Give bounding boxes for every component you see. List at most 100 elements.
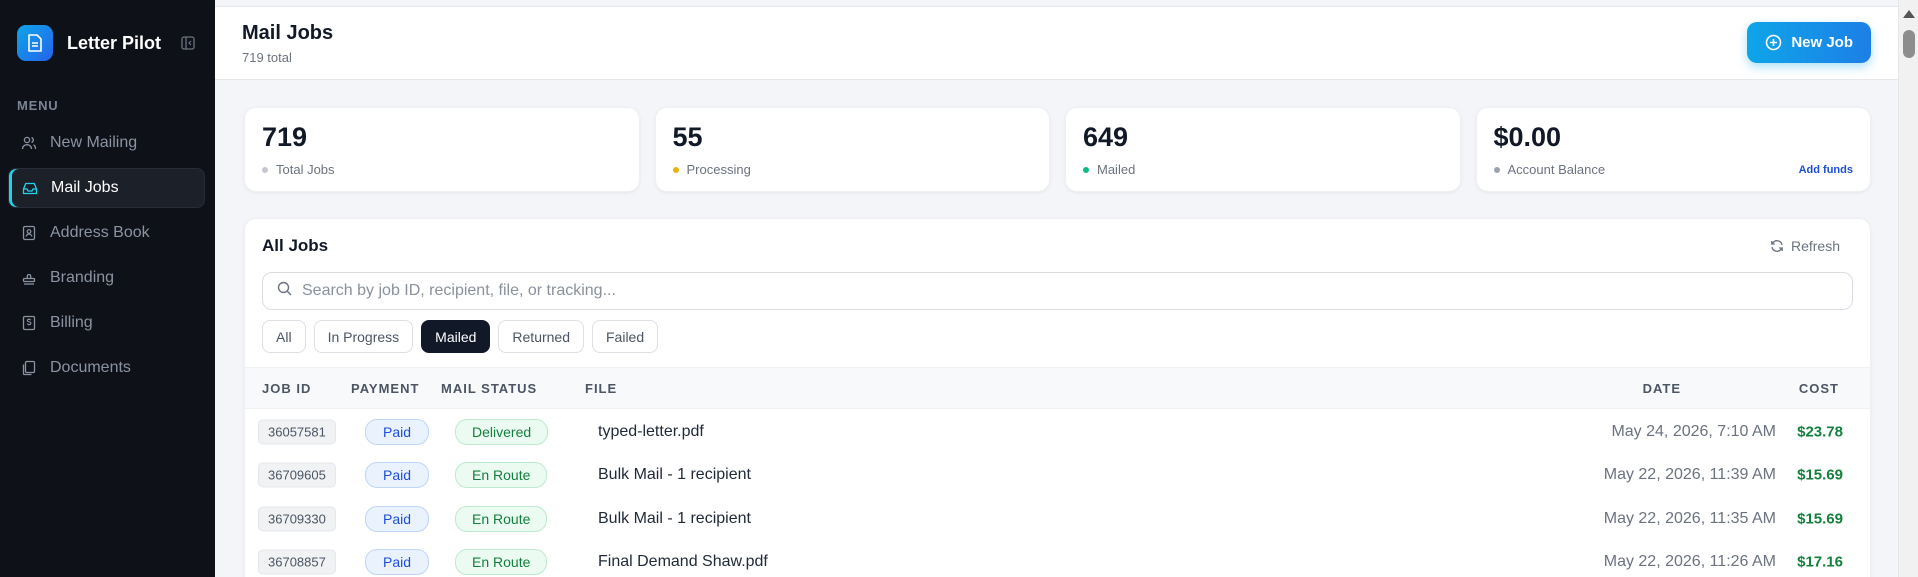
job-date: May 22, 2026, 11:26 AM	[1603, 553, 1776, 571]
scroll-up-arrow-icon[interactable]	[1903, 10, 1915, 18]
mail-status-badge: En Route	[455, 549, 548, 576]
sidebar-item-label: Documents	[50, 359, 131, 376]
sidebar-item-new-mailing[interactable]: New Mailing	[8, 123, 205, 163]
job-cost: $15.69	[1797, 466, 1843, 484]
column-header-date[interactable]: DATE	[1643, 381, 1681, 396]
stat-value: 649	[1083, 122, 1129, 152]
file-name: Bulk Mail - 1 recipient	[598, 509, 751, 527]
sidebar-item-address-book[interactable]: Address Book	[8, 213, 205, 253]
total-count: 719 total	[242, 50, 292, 65]
sidebar-item-label: Branding	[50, 269, 115, 286]
refresh-label: Refresh	[1790, 238, 1840, 254]
stat-value: 719	[262, 122, 308, 152]
sidebar-nav: New Mailing Mail Jobs Address Book Brand…	[0, 123, 215, 388]
filter-in-progress[interactable]: In Progress	[313, 320, 414, 353]
column-header-mail-status[interactable]: MAIL STATUS	[441, 381, 537, 396]
filter-mailed[interactable]: Mailed	[421, 320, 491, 353]
file-name: Final Demand Shaw.pdf	[598, 553, 768, 571]
app-logo-icon[interactable]	[17, 25, 53, 61]
stat-label-text: Processing	[686, 162, 751, 177]
search-box	[262, 272, 1853, 310]
filter-all[interactable]: All	[262, 320, 306, 353]
inbox-icon	[21, 179, 39, 197]
stat-card-total-jobs: 719 Total Jobs	[244, 107, 640, 192]
payment-badge: Paid	[365, 505, 430, 532]
column-header-file[interactable]: FILE	[585, 381, 617, 396]
filter-returned[interactable]: Returned	[498, 320, 584, 353]
page-title: Mail Jobs	[242, 22, 334, 44]
table-row[interactable]: 36709605 Paid En Route Bulk Mail - 1 rec…	[245, 454, 1870, 498]
status-dot	[672, 166, 679, 173]
stat-label-text: Mailed	[1097, 162, 1136, 177]
status-dot	[1083, 166, 1089, 173]
contact-book-icon	[20, 224, 38, 242]
sidebar-item-label: Billing	[50, 314, 93, 331]
job-cost: $15.69	[1797, 510, 1843, 528]
jobs-table-body: 36057581 Paid Delivered typed-letter.pdf…	[245, 410, 1870, 577]
stat-value: 55	[672, 122, 703, 152]
page-header: Mail Jobs 719 total New Job	[215, 6, 1898, 80]
job-cost: $23.78	[1797, 423, 1843, 441]
panel-title: All Jobs	[262, 236, 329, 255]
stat-card-mailed: 649 Mailed	[1065, 107, 1461, 192]
job-id: 36709330	[258, 506, 336, 532]
column-header-cost[interactable]: COST	[1799, 381, 1839, 396]
mail-status-badge: Delivered	[455, 418, 549, 445]
job-cost: $17.16	[1797, 553, 1843, 571]
users-icon	[20, 134, 38, 152]
payment-badge: Paid	[365, 549, 430, 576]
column-header-payment[interactable]: PAYMENT	[351, 381, 419, 396]
mail-status-badge: En Route	[455, 505, 548, 532]
app-name: Letter Pilot	[67, 32, 162, 53]
stat-label-text: Account Balance	[1507, 162, 1606, 177]
new-job-button[interactable]: New Job	[1747, 22, 1871, 63]
stat-label-text: Total Jobs	[276, 162, 335, 177]
job-date: May 22, 2026, 11:39 AM	[1603, 466, 1776, 484]
new-job-label: New Job	[1791, 34, 1853, 51]
search-icon	[277, 281, 292, 301]
status-dot	[262, 166, 268, 173]
plus-circle-icon	[1765, 34, 1782, 51]
job-date: May 22, 2026, 11:35 AM	[1603, 509, 1776, 527]
page-scrollbar[interactable]	[1898, 0, 1918, 577]
file-name: Bulk Mail - 1 recipient	[598, 466, 751, 484]
sidebar-item-label: Address Book	[50, 224, 150, 241]
stats-row: 719 Total Jobs 55 Processing 649 Mailed …	[244, 107, 1871, 192]
sidebar-item-mail-jobs[interactable]: Mail Jobs	[8, 168, 205, 208]
refresh-icon	[1770, 239, 1784, 253]
search-input[interactable]	[302, 282, 1852, 300]
sidebar-item-billing[interactable]: Billing	[8, 303, 205, 343]
sidebar-item-label: Mail Jobs	[51, 179, 119, 196]
stat-card-processing: 55 Processing	[654, 107, 1050, 192]
job-id: 36709605	[258, 462, 336, 488]
table-row[interactable]: 36709330 Paid En Route Bulk Mail - 1 rec…	[245, 497, 1870, 541]
job-id: 36708857	[258, 549, 336, 575]
jobs-panel: All Jobs Refresh All In Progress Mailed …	[244, 218, 1871, 577]
menu-label: MENU	[17, 98, 59, 113]
sidebar: Letter Pilot MENU New Mailing Mail Jobs …	[0, 0, 215, 577]
table-row[interactable]: 36708857 Paid En Route Final Demand Shaw…	[245, 541, 1870, 577]
brand: Letter Pilot	[0, 0, 215, 86]
filter-failed[interactable]: Failed	[592, 320, 659, 353]
scrollbar-thumb[interactable]	[1903, 30, 1915, 58]
stat-card-account-balance: $0.00 Account Balance Add funds	[1475, 107, 1871, 192]
documents-icon	[20, 359, 38, 377]
receipt-icon	[20, 314, 38, 332]
main-content: Mail Jobs 719 total New Job 719 Total Jo…	[215, 0, 1898, 577]
column-header-job-id[interactable]: JOB ID	[262, 381, 311, 396]
add-funds-link[interactable]: Add funds	[1799, 164, 1853, 176]
payment-badge: Paid	[365, 418, 430, 445]
status-filters: All In Progress Mailed Returned Failed	[262, 320, 659, 353]
sidebar-item-branding[interactable]: Branding	[8, 258, 205, 298]
table-header: JOB ID PAYMENT MAIL STATUS FILE DATE COS…	[245, 367, 1870, 409]
sidebar-item-documents[interactable]: Documents	[8, 348, 205, 388]
stamp-icon	[20, 269, 38, 287]
stat-label: Mailed	[1083, 162, 1443, 177]
stat-label: Total Jobs	[262, 162, 622, 177]
status-dot	[1493, 166, 1500, 173]
stat-label: Processing	[672, 162, 1033, 177]
job-id: 36057581	[258, 419, 336, 445]
refresh-button[interactable]: Refresh	[1770, 238, 1840, 254]
table-row[interactable]: 36057581 Paid Delivered typed-letter.pdf…	[245, 410, 1870, 454]
collapse-sidebar-icon[interactable]	[179, 34, 197, 52]
